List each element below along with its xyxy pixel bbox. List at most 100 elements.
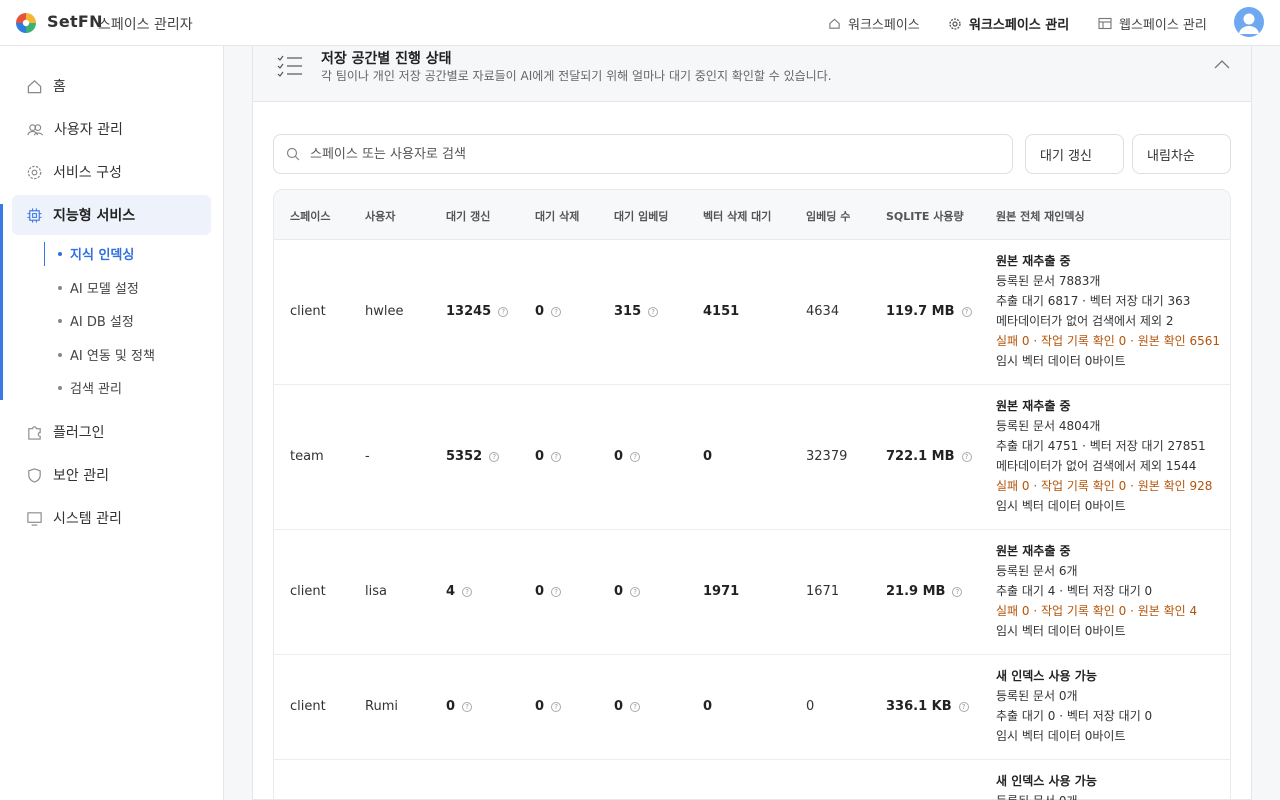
sidebar-subitem-knowledge-indexing[interactable]: 지식 인덱싱 xyxy=(58,244,134,263)
user-avatar[interactable] xyxy=(1234,7,1264,37)
help-icon[interactable]: ? xyxy=(961,306,972,317)
help-icon[interactable]: ? xyxy=(498,306,509,317)
subitem-label: AI DB 설정 xyxy=(70,315,134,330)
value: 336.1 KB xyxy=(886,699,952,714)
value: 0 xyxy=(446,699,456,714)
help-icon[interactable]: ? xyxy=(551,306,562,317)
cell-embeds: 4634 xyxy=(806,304,840,319)
sidebar-item-system[interactable]: 시스템 관리 xyxy=(0,498,224,538)
bullet-dot xyxy=(58,285,62,290)
topnav-workspace-admin[interactable]: 워크스페이스 관리 xyxy=(948,14,1069,33)
sidebar-item-users[interactable]: 사용자 관리 xyxy=(0,109,224,149)
search-box[interactable] xyxy=(273,134,1013,174)
column-header-reindex[interactable]: 원본 전체 재인덱싱 xyxy=(996,208,1085,224)
chip-icon xyxy=(27,207,42,223)
reindex-queue: 추출 대기 4 · 벡터 저장 대기 0 xyxy=(996,584,1153,598)
table-header: 스페이스 사용자 대기 갱신 대기 삭제 대기 임베딩 벡터 삭제 대기 임베딩… xyxy=(274,190,1230,240)
table-row[interactable]: client hwlee 13245? 0? 315? 4151 4634 11… xyxy=(274,240,1230,385)
table-row[interactable]: client Rumi 0? 0? 0? 0 0 336.1 KB? 새 인덱스… xyxy=(274,655,1230,760)
help-icon[interactable]: ? xyxy=(462,701,473,712)
panel-header: 저장 공간별 진행 상태 각 팀이나 개인 저장 공간별로 자료들이 AI에게 … xyxy=(253,46,1251,102)
table-row[interactable]: 새 인덱스 사용 가능 등록된 문서 0개 xyxy=(274,760,1230,800)
sidebar-item-label: 서비스 구성 xyxy=(53,165,122,181)
sidebar-item-security[interactable]: 보안 관리 xyxy=(0,455,224,495)
value: 0 xyxy=(535,584,545,599)
help-icon[interactable]: ? xyxy=(958,701,969,712)
reindex-failures: 실패 0 · 작업 기록 확인 0 · 원본 확인 6561 xyxy=(996,334,1221,348)
cell-embeds: 1671 xyxy=(806,584,840,599)
cell-space: client xyxy=(290,699,326,714)
cell-wait-update: 4? xyxy=(446,584,473,599)
shield-icon xyxy=(28,467,41,483)
cell-sqlite: 21.9 MB? xyxy=(886,584,963,599)
sort-field-select[interactable]: 대기 갱신 xyxy=(1025,134,1124,174)
search-input[interactable] xyxy=(310,146,990,162)
home-icon xyxy=(27,79,42,93)
table-icon xyxy=(1098,17,1112,30)
reindex-docs: 등록된 문서 0개 xyxy=(996,689,1078,703)
reindex-detail: 새 인덱스 사용 가능 등록된 문서 0개 추출 대기 0 · 벡터 저장 대기… xyxy=(996,666,1152,746)
help-icon[interactable]: ? xyxy=(630,451,641,462)
sidebar-subitem-ai-db[interactable]: AI DB 설정 xyxy=(58,311,134,330)
value: 0 xyxy=(614,699,624,714)
help-icon[interactable]: ? xyxy=(630,586,641,597)
column-header-wait-embed[interactable]: 대기 임베딩 xyxy=(614,208,668,224)
help-icon[interactable]: ? xyxy=(551,586,562,597)
value: 0 xyxy=(614,584,624,599)
chevron-up-icon[interactable] xyxy=(1213,56,1231,74)
value: 0 xyxy=(535,304,545,319)
bullet-dot xyxy=(58,385,62,390)
help-icon[interactable]: ? xyxy=(551,451,562,462)
topnav-webspace-admin[interactable]: 웹스페이스 관리 xyxy=(1098,14,1207,33)
table-row[interactable]: team - 5352? 0? 0? 0 32379 722.1 MB? 원본 … xyxy=(274,385,1230,530)
sidebar-item-service-config[interactable]: 서비스 구성 xyxy=(0,152,224,192)
reindex-docs: 등록된 문서 4804개 xyxy=(996,419,1101,433)
cell-wait-delete: 0? xyxy=(535,449,562,464)
column-header-user[interactable]: 사용자 xyxy=(365,208,395,224)
value: 0 xyxy=(535,699,545,714)
sidebar-item-label: 시스템 관리 xyxy=(53,511,122,527)
help-icon[interactable]: ? xyxy=(952,586,963,597)
reindex-failures: 실패 0 · 작업 기록 확인 0 · 원본 확인 928 xyxy=(996,479,1213,493)
column-header-wait-update[interactable]: 대기 갱신 xyxy=(446,208,490,224)
column-header-space[interactable]: 스페이스 xyxy=(290,208,330,224)
help-icon[interactable]: ? xyxy=(648,306,659,317)
help-icon[interactable]: ? xyxy=(551,701,562,712)
column-header-vector-delete[interactable]: 벡터 삭제 대기 xyxy=(703,208,771,224)
help-icon[interactable]: ? xyxy=(961,451,972,462)
reindex-queue: 추출 대기 4751 · 벡터 저장 대기 27851 xyxy=(996,439,1206,453)
users-icon xyxy=(27,123,44,136)
cell-space: team xyxy=(290,449,324,464)
monitor-icon xyxy=(27,511,42,526)
sidebar-item-home[interactable]: 홈 xyxy=(0,66,224,106)
cell-user: Rumi xyxy=(365,699,398,714)
help-icon[interactable]: ? xyxy=(489,451,500,462)
value: 5352 xyxy=(446,449,483,464)
column-header-sqlite[interactable]: SQLITE 사용량 xyxy=(886,208,964,224)
sidebar-item-plugins[interactable]: 플러그인 xyxy=(0,412,224,452)
cell-vector-delete: 1971 xyxy=(703,584,740,599)
reindex-docs: 등록된 문서 0개 xyxy=(996,791,1097,800)
home-icon xyxy=(829,18,840,29)
sidebar-item-intelligent-service[interactable]: 지능형 서비스 xyxy=(12,195,211,235)
reindex-failures: 실패 0 · 작업 기록 확인 0 · 원본 확인 4 xyxy=(996,604,1198,618)
reindex-detail: 원본 재추출 중 등록된 문서 6개 추출 대기 4 · 벡터 저장 대기 0 … xyxy=(996,541,1197,641)
reindex-queue: 추출 대기 0 · 벡터 저장 대기 0 xyxy=(996,709,1153,723)
help-icon[interactable]: ? xyxy=(462,586,473,597)
cell-vector-delete: 4151 xyxy=(703,304,740,319)
topnav-workspace[interactable]: 워크스페이스 xyxy=(828,14,920,33)
value: 4 xyxy=(446,584,456,599)
subitem-label: 지식 인덱싱 xyxy=(70,248,135,263)
column-header-wait-delete[interactable]: 대기 삭제 xyxy=(535,208,579,224)
sidebar-subitem-ai-model[interactable]: AI 모델 설정 xyxy=(58,278,139,297)
sidebar-subitem-search-admin[interactable]: 검색 관리 xyxy=(58,378,122,397)
gear-icon xyxy=(949,17,961,30)
table-row[interactable]: client lisa 4? 0? 0? 1971 1671 21.9 MB? … xyxy=(274,530,1230,655)
sort-order-select[interactable]: 내림차순 xyxy=(1132,134,1231,174)
help-icon[interactable]: ? xyxy=(630,701,641,712)
brand-subtitle: 스페이스 관리자 xyxy=(98,17,193,33)
bullet-dot xyxy=(58,352,62,357)
sidebar-subitem-ai-policy[interactable]: AI 연동 및 정책 xyxy=(58,345,155,364)
column-header-embeds[interactable]: 임베딩 수 xyxy=(806,208,850,224)
reindex-detail: 새 인덱스 사용 가능 등록된 문서 0개 xyxy=(996,771,1097,800)
